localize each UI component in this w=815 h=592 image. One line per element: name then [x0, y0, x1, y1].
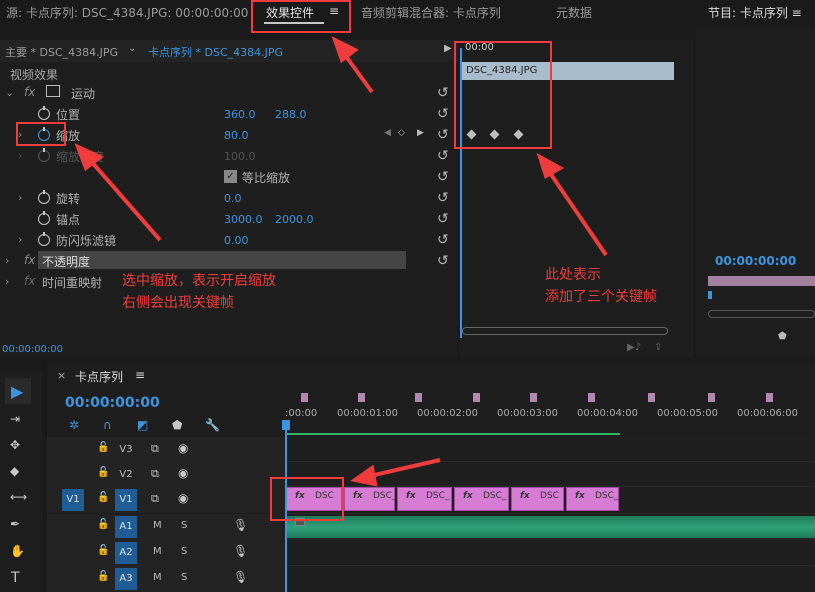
annotation-arrows — [74, 36, 608, 487]
